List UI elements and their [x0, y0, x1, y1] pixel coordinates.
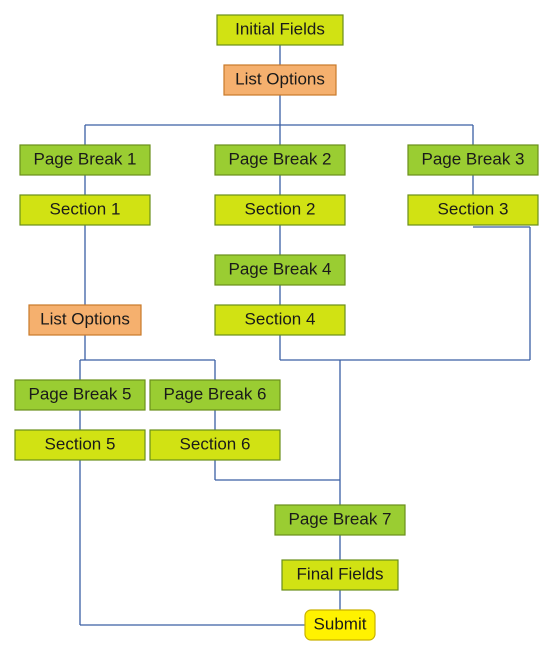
final-fields-label: Final Fields [297, 564, 384, 583]
section-2-label: Section 2 [245, 199, 316, 218]
page-break-7-node: Page Break 7 [275, 505, 405, 535]
list-options-top-node: List Options [224, 65, 336, 95]
page-break-2-node: Page Break 2 [215, 145, 345, 175]
section-1-label: Section 1 [50, 199, 121, 218]
page-break-6-label: Page Break 6 [163, 384, 266, 403]
list-options-top-label: List Options [235, 69, 325, 88]
page-break-5-label: Page Break 5 [28, 384, 131, 403]
initial-fields-node: Initial Fields [217, 15, 343, 45]
final-fields-node: Final Fields [282, 560, 398, 590]
page-break-4-node: Page Break 4 [215, 255, 345, 285]
submit-node: Submit [305, 610, 375, 640]
page-break-5-node: Page Break 5 [15, 380, 145, 410]
list-options-left-label: List Options [40, 309, 130, 328]
section-4-node: Section 4 [215, 305, 345, 335]
section-3-label: Section 3 [438, 199, 509, 218]
flow-diagram: Initial Fields List Options Page Break 1… [0, 0, 560, 652]
section-6-label: Section 6 [180, 434, 251, 453]
page-break-3-node: Page Break 3 [408, 145, 538, 175]
submit-label: Submit [314, 614, 367, 633]
section-4-label: Section 4 [245, 309, 316, 328]
section-6-node: Section 6 [150, 430, 280, 460]
section-5-node: Section 5 [15, 430, 145, 460]
section-5-label: Section 5 [45, 434, 116, 453]
page-break-3-label: Page Break 3 [421, 149, 524, 168]
page-break-1-node: Page Break 1 [20, 145, 150, 175]
page-break-7-label: Page Break 7 [288, 509, 391, 528]
section-3-node: Section 3 [408, 195, 538, 225]
page-break-2-label: Page Break 2 [228, 149, 331, 168]
page-break-4-label: Page Break 4 [228, 259, 331, 278]
section-1-node: Section 1 [20, 195, 150, 225]
list-options-left-node: List Options [29, 305, 141, 335]
section-2-node: Section 2 [215, 195, 345, 225]
page-break-1-label: Page Break 1 [33, 149, 136, 168]
page-break-6-node: Page Break 6 [150, 380, 280, 410]
initial-fields-label: Initial Fields [235, 19, 325, 38]
